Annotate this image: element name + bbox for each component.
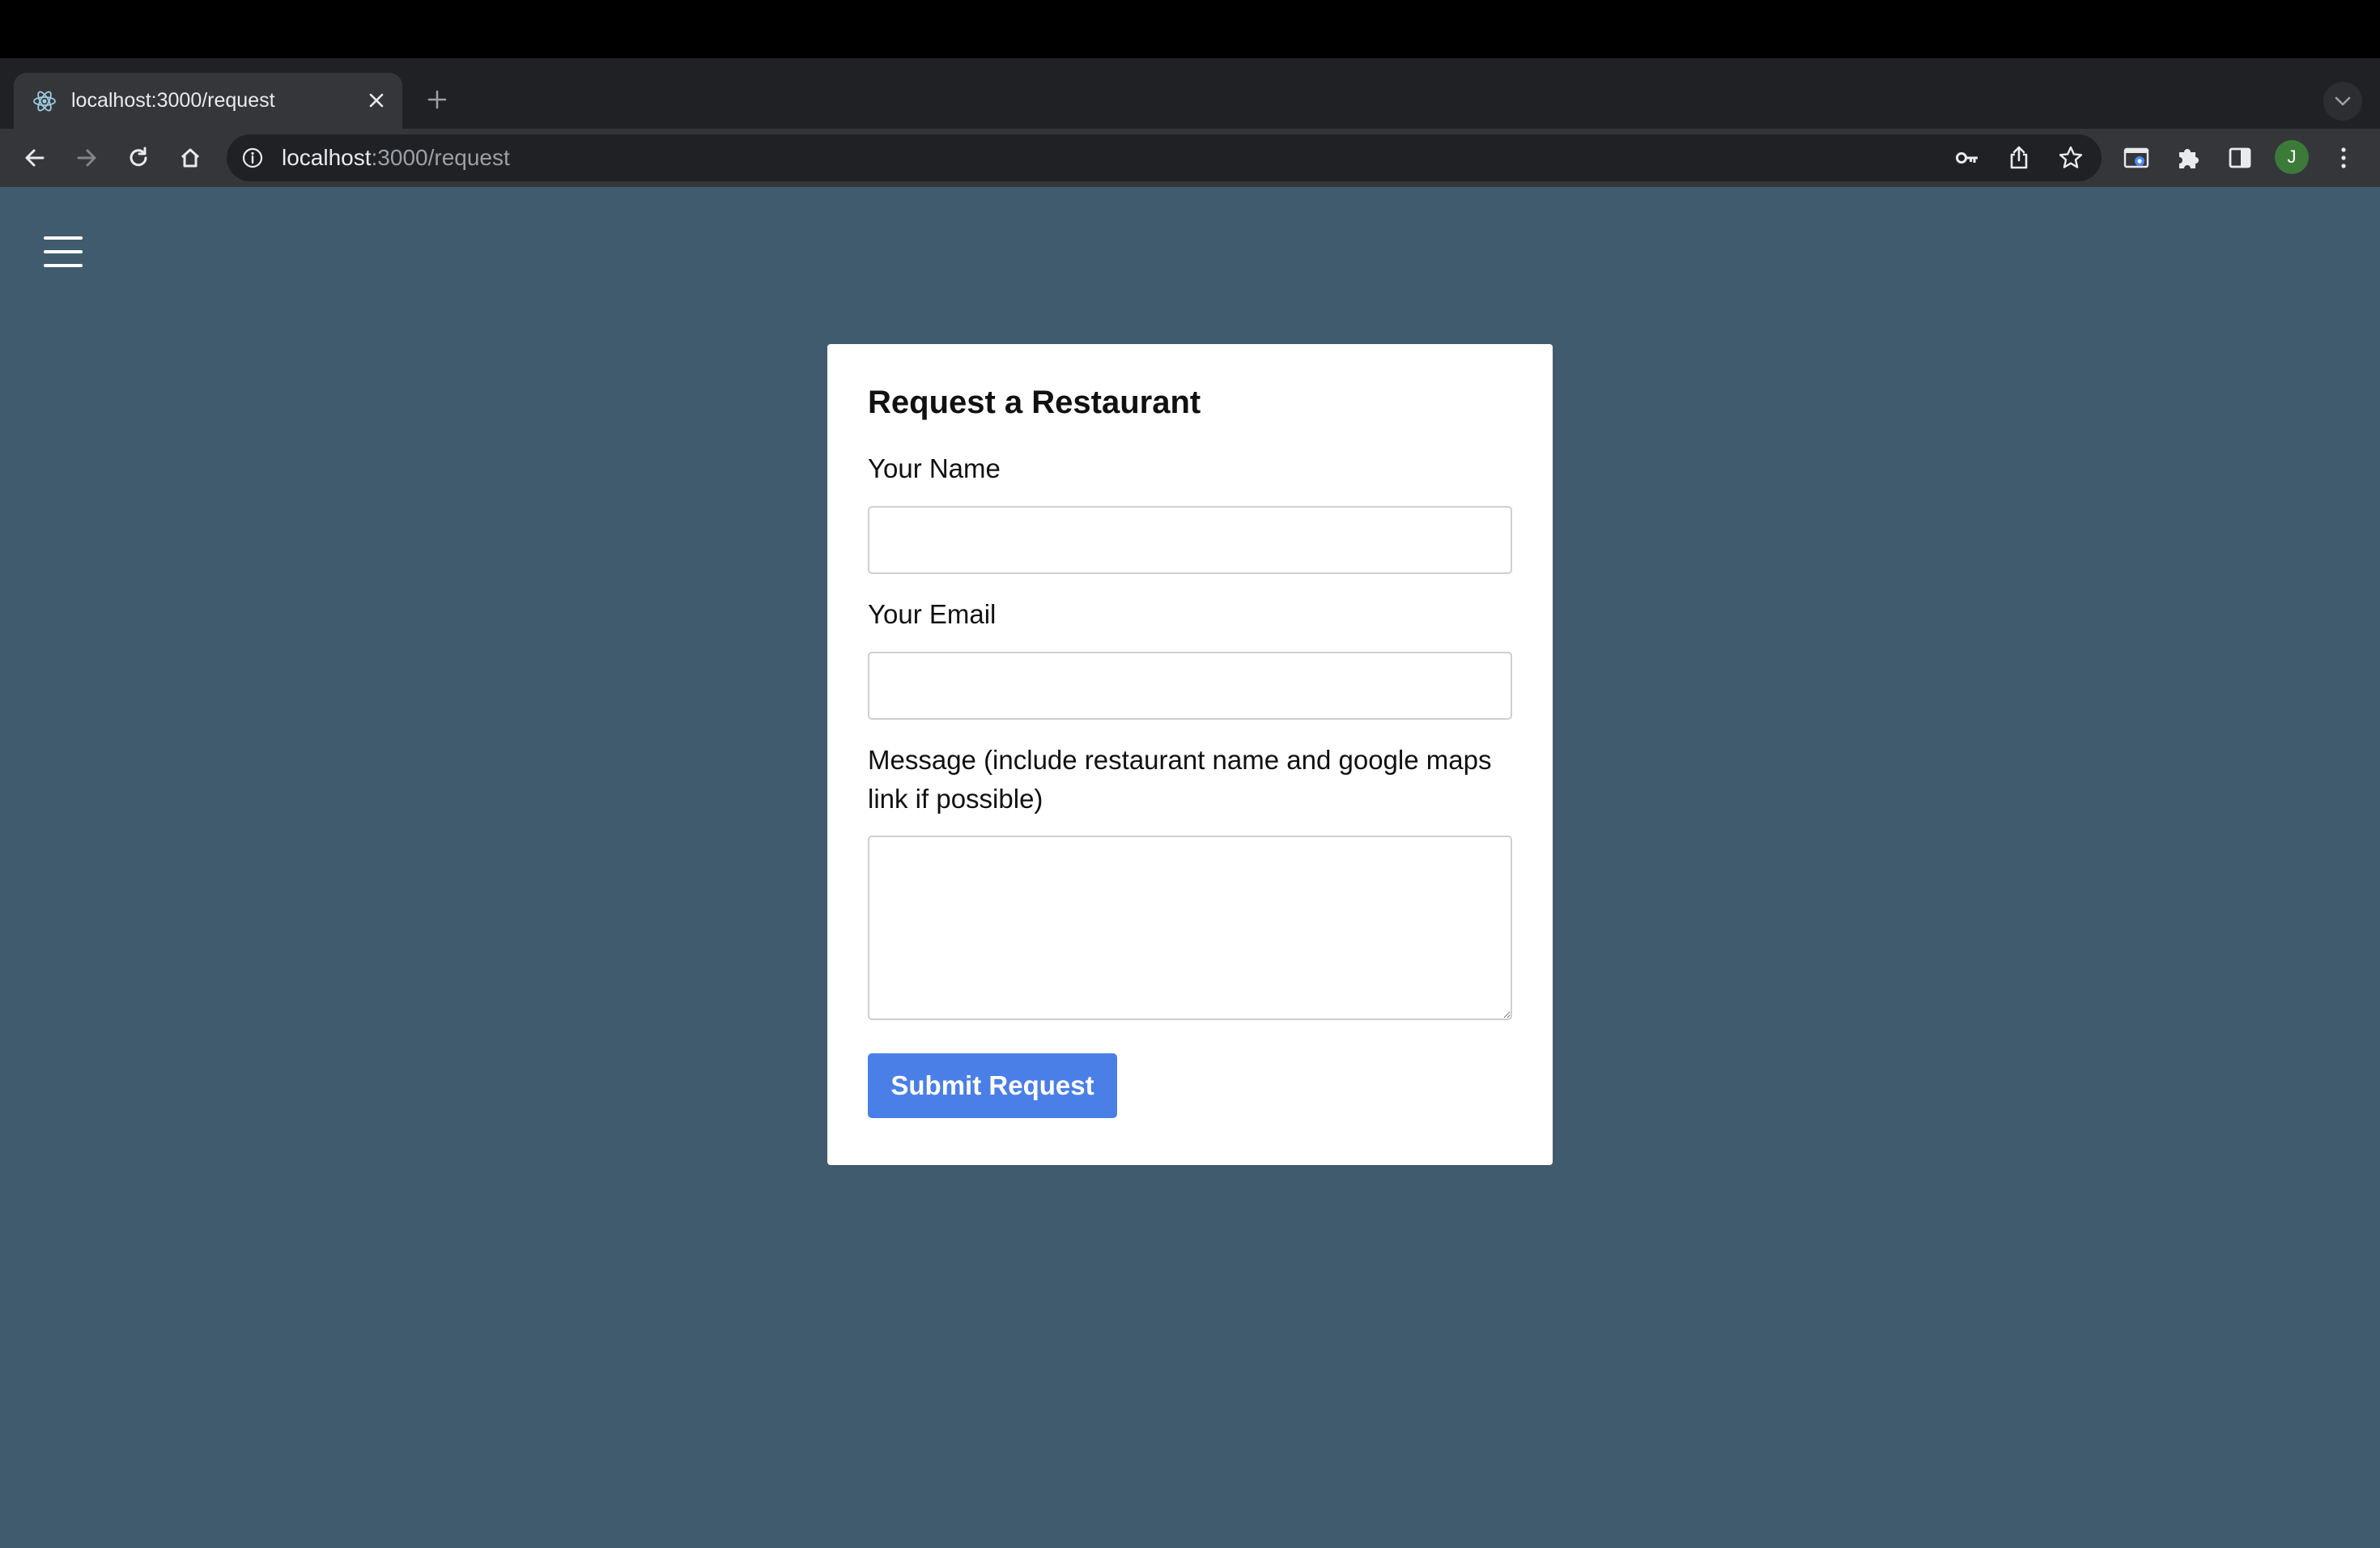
star-icon xyxy=(2059,146,2083,168)
puzzle-icon xyxy=(2179,149,2199,168)
tab-title: localhost:3000/request xyxy=(71,89,275,112)
url-path: :3000/request xyxy=(371,145,510,170)
reload-icon xyxy=(130,147,147,167)
system-top-bar xyxy=(0,0,2380,58)
side-panel-icon xyxy=(2229,147,2251,168)
side-panel-button[interactable] xyxy=(2222,140,2258,176)
active-tab[interactable]: localhost:3000/request xyxy=(14,73,402,129)
address-url[interactable]: localhost:3000/request xyxy=(282,145,510,171)
arrow-right-icon xyxy=(77,149,96,167)
form-title: Request a Restaurant xyxy=(868,385,1201,420)
submit-request-button[interactable]: Submit Request xyxy=(868,1053,1117,1118)
browser-menu-button[interactable] xyxy=(2326,140,2361,176)
chevron-down-icon xyxy=(2335,96,2351,106)
share-button[interactable] xyxy=(2003,142,2035,174)
address-bar[interactable]: localhost:3000/request xyxy=(227,134,2102,181)
screen-capture-icon xyxy=(2123,147,2149,168)
extensions-button[interactable] xyxy=(2170,140,2206,176)
name-input[interactable] xyxy=(868,506,1512,574)
browser-toolbar: localhost:3000/request xyxy=(0,129,2380,187)
new-tab-plus-icon[interactable] xyxy=(419,82,455,117)
forward-button[interactable] xyxy=(69,140,104,176)
key-icon xyxy=(1956,152,1978,164)
tab-search-button[interactable] xyxy=(2323,82,2362,121)
page-content: Request a Restaurant Your Name Your Emai… xyxy=(0,187,2380,1548)
info-icon[interactable] xyxy=(241,147,264,169)
tab-strip: localhost:3000/request xyxy=(0,58,2380,129)
home-button[interactable] xyxy=(172,140,208,176)
share-icon xyxy=(2010,146,2028,169)
email-label: Your Email xyxy=(868,599,997,629)
message-textarea[interactable] xyxy=(868,836,1512,1020)
profile-avatar[interactable]: J xyxy=(2275,140,2309,174)
message-label: Message (include restaurant name and goo… xyxy=(868,745,1492,814)
password-key-button[interactable] xyxy=(1951,142,1983,174)
back-button[interactable] xyxy=(17,140,53,176)
request-form-card: Request a Restaurant Your Name Your Emai… xyxy=(827,344,1553,1165)
arrow-left-icon xyxy=(25,149,45,167)
screen-capture-extension-button[interactable] xyxy=(2119,140,2154,176)
email-input[interactable] xyxy=(868,652,1512,720)
close-icon[interactable] xyxy=(363,87,389,113)
home-icon xyxy=(181,148,200,168)
name-label: Your Name xyxy=(868,453,1001,483)
bookmark-button[interactable] xyxy=(2055,142,2087,174)
kebab-menu-icon xyxy=(2341,147,2346,168)
reload-button[interactable] xyxy=(121,140,156,176)
hamburger-menu-icon[interactable] xyxy=(40,232,86,272)
react-icon xyxy=(33,91,56,112)
url-host: localhost xyxy=(282,145,372,170)
